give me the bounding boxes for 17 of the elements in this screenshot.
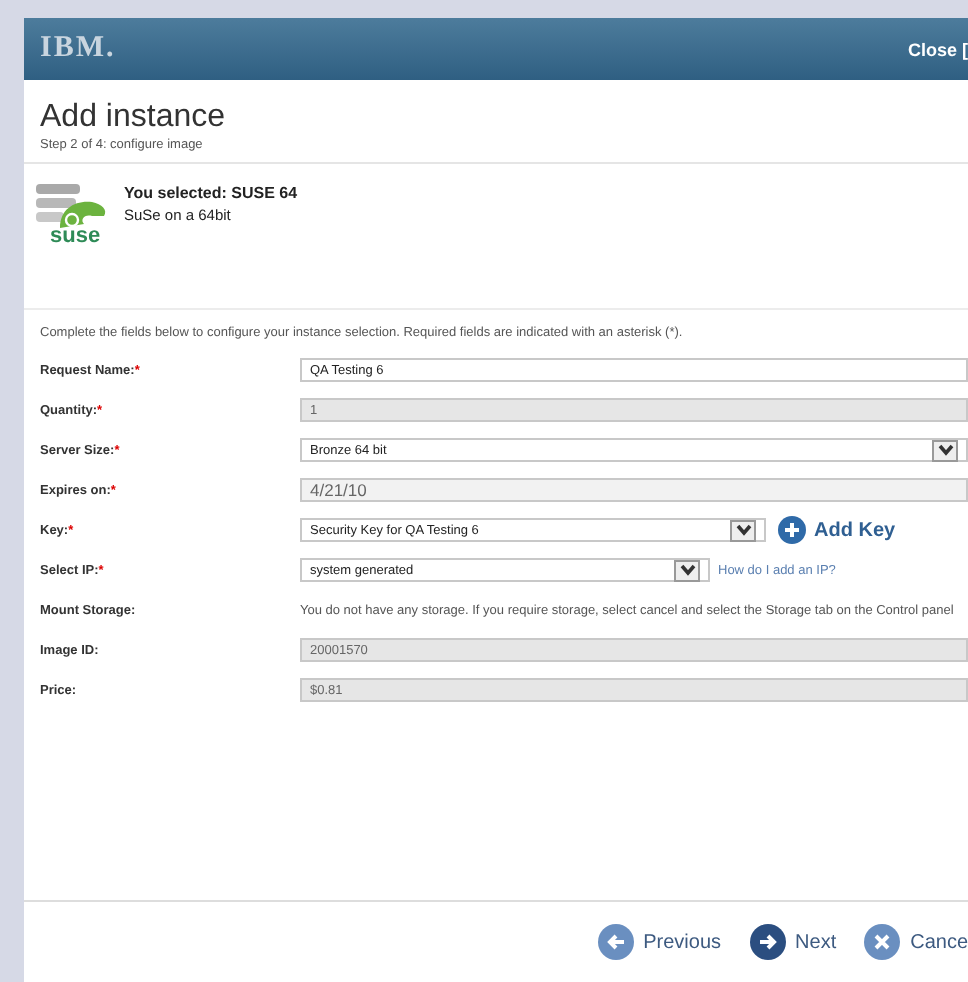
dropdown-arrow-icon[interactable] xyxy=(730,519,756,541)
arrow-right-icon xyxy=(749,924,786,960)
arrow-left-icon xyxy=(597,924,634,960)
close-icon xyxy=(864,924,901,960)
plus-icon[interactable] xyxy=(778,516,806,544)
cancel-button[interactable]: Cance xyxy=(864,924,968,960)
dialog-title: Add instance xyxy=(40,100,228,136)
selection-heading: You selected: SUSE 64 xyxy=(124,184,298,202)
date-field[interactable]: 4/21/10 xyxy=(300,478,968,502)
previous-button[interactable]: Previous xyxy=(597,924,722,960)
close-link[interactable]: Close [ xyxy=(907,39,968,59)
dropdown-arrow-icon[interactable] xyxy=(932,439,958,461)
dropdown-arrow-icon[interactable] xyxy=(674,559,700,581)
add-key-link[interactable]: Add Key xyxy=(814,519,896,541)
suse-logo: suse xyxy=(36,184,108,252)
brand-logo: IBM. xyxy=(40,32,116,66)
next-button[interactable]: Next xyxy=(749,924,837,960)
